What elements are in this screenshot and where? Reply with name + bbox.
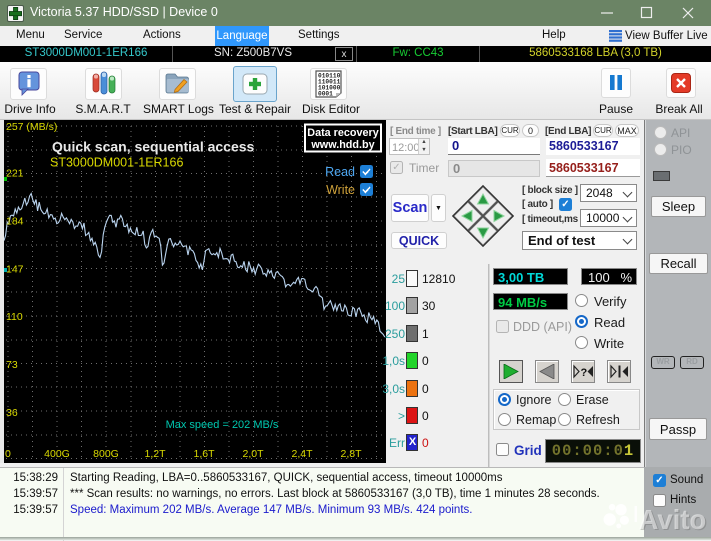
svg-text:800G: 800G [93,448,119,460]
svg-text:147: 147 [6,263,24,275]
svg-text:2,0T: 2,0T [242,448,264,460]
svg-text:0: 0 [5,448,11,460]
svg-text:36: 36 [6,407,18,419]
svg-text:Avito: Avito [639,504,707,535]
svg-text:257 (MB/s): 257 (MB/s) [6,121,57,133]
svg-text:?: ? [581,367,588,379]
svg-text:0001: 0001 [318,91,333,98]
svg-text:110: 110 [6,311,23,323]
svg-text:ST3000DM001-1ER166: ST3000DM001-1ER166 [50,156,183,170]
svg-text:www.hdd.by: www.hdd.by [310,139,374,151]
svg-text:221: 221 [6,168,24,180]
svg-text:400G: 400G [44,448,70,460]
svg-text:1,2T: 1,2T [144,448,166,460]
svg-text:73: 73 [6,359,18,371]
svg-text:Read: Read [325,165,355,179]
svg-text:184: 184 [6,215,24,227]
svg-text:Data recovery: Data recovery [307,127,378,139]
svg-text:Write: Write [326,183,355,197]
svg-text:2,8T: 2,8T [340,448,362,460]
svg-text:1,6T: 1,6T [193,448,215,460]
svg-text:Quick scan, sequential access: Quick scan, sequential access [52,139,255,155]
svg-text:Max speed = 202 MB/s: Max speed = 202 MB/s [166,419,279,431]
svg-text:2,4T: 2,4T [291,448,313,460]
